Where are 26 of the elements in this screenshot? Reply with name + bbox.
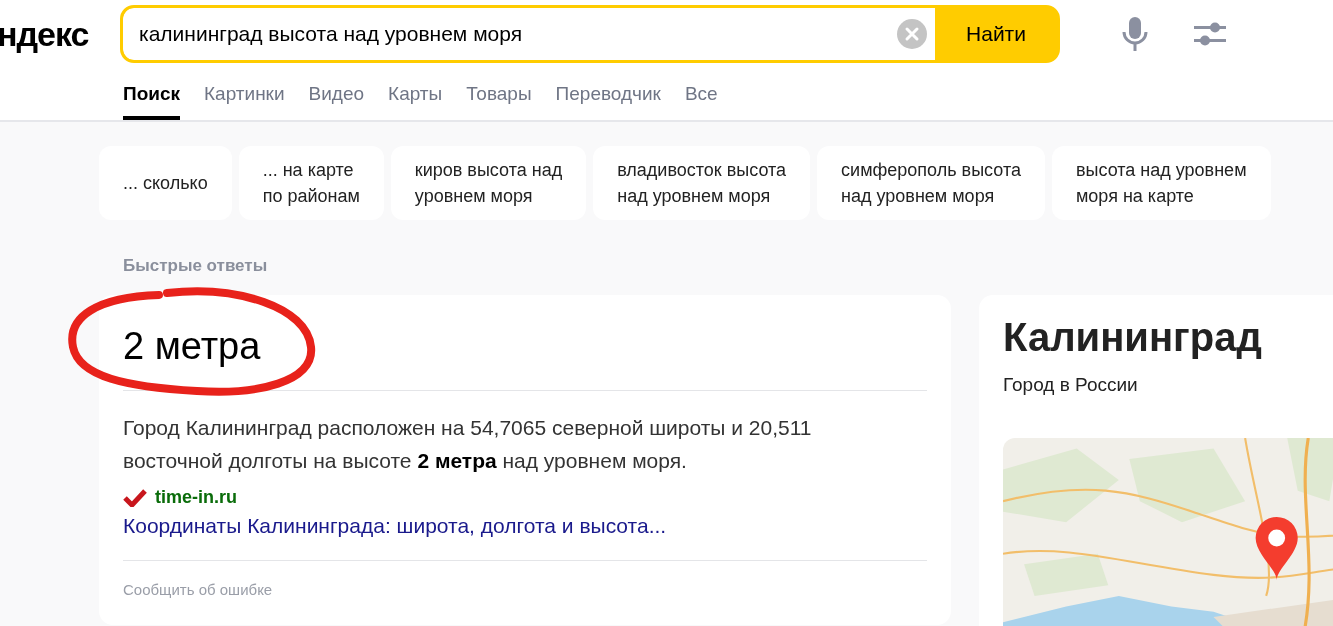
logo[interactable]: ндекс <box>0 14 120 54</box>
answer-value: 2 метра <box>123 325 261 368</box>
nav-tab[interactable]: Картинки <box>204 68 285 120</box>
nav-tab[interactable]: Карты <box>388 68 443 120</box>
suggestion-chip[interactable]: киров высота над уровнем моря <box>390 146 587 220</box>
source-link[interactable]: time-in.ru <box>155 487 237 508</box>
search-field[interactable]: калининград высота над уровнем моря Найти <box>120 5 1060 63</box>
result-link[interactable]: Координаты Калининграда: широта, долгота и высота... <box>123 514 667 538</box>
nav-tab[interactable]: Все <box>684 68 718 120</box>
nav-tab[interactable]: Товары <box>466 68 532 120</box>
clear-icon[interactable] <box>889 8 935 60</box>
section-title: Быстрые ответы <box>123 256 269 276</box>
microphone-icon[interactable] <box>1122 17 1148 51</box>
nav-tab[interactable]: Переводчик <box>555 68 661 120</box>
suggestion-chip[interactable]: высота над уровнем моря на карте <box>1051 146 1271 220</box>
settings-icon[interactable] <box>1194 21 1226 47</box>
entity-title: Калининград <box>1003 315 1263 360</box>
nav-tab[interactable]: Видео <box>308 68 365 120</box>
suggestion-chip[interactable]: владивосток высота над уровнем моря <box>593 146 811 220</box>
entity-subtitle: Город в России <box>1003 374 1139 396</box>
suggestion-chip[interactable]: ... сколько <box>99 146 232 220</box>
suggestion-chip[interactable]: симферополь высота над уровнем моря <box>817 146 1045 220</box>
checkmark-icon <box>123 488 147 507</box>
answer-text: Город Калининград расположен на 54,7065 северной широты и 20,511 восточной долготы на высоте 2 метра над уровнем моря. <box>123 415 813 474</box>
nav-tab[interactable]: Поиск <box>123 68 181 120</box>
suggestion-chip[interactable]: ... на карте по районам <box>238 146 384 220</box>
